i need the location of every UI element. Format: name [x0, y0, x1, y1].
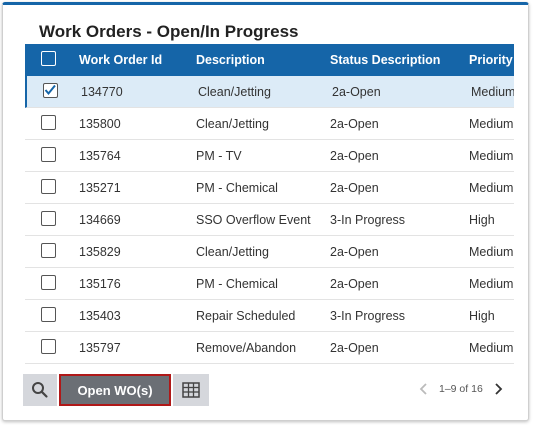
work-order-id-cell: 135829 [79, 245, 121, 259]
table-row[interactable]: 135176 PM - Chemical 2a-Open Medium [25, 268, 514, 300]
priority-cell: Medium [469, 117, 514, 131]
table-row[interactable]: 135403 Repair Scheduled 3-In Progress High [25, 300, 514, 332]
select-all-checkbox[interactable] [41, 51, 56, 66]
pagination: 1–9 of 16 [419, 374, 511, 406]
description-cell: Clean/Jetting [196, 117, 269, 131]
work-orders-panel: Work Orders - Open/In Progress Work Orde… [2, 2, 529, 421]
checkmark-icon [44, 84, 56, 96]
description-cell: Remove/Abandon [196, 341, 297, 355]
priority-cell: Medium [469, 245, 514, 259]
description-cell: PM - Chemical [196, 277, 278, 291]
status-cell: 3-In Progress [330, 309, 406, 323]
column-header-status-description[interactable]: Status Description [330, 44, 440, 76]
work-order-id-cell: 134770 [81, 85, 123, 99]
row-checkbox[interactable] [41, 307, 56, 322]
open-wo-button[interactable]: Open WO(s) [59, 374, 171, 406]
row-checkbox[interactable] [41, 275, 56, 290]
work-order-id-cell: 134669 [79, 213, 121, 227]
priority-cell: Medium [469, 149, 514, 163]
priority-cell: High [469, 309, 495, 323]
description-cell: PM - TV [196, 149, 242, 163]
column-header-description[interactable]: Description [196, 44, 265, 76]
work-order-id-cell: 135403 [79, 309, 121, 323]
table-row[interactable]: 135829 Clean/Jetting 2a-Open Medium [25, 236, 514, 268]
status-cell: 3-In Progress [330, 213, 406, 227]
row-checkbox[interactable] [41, 147, 56, 162]
table-row[interactable]: 134669 SSO Overflow Event 3-In Progress Hig… [25, 204, 514, 236]
description-cell: Repair Scheduled [196, 309, 296, 323]
description-cell: Clean/Jetting [196, 245, 269, 259]
bottom-toolbar: Open WO(s) 1–9 of 16 [23, 374, 513, 408]
work-order-id-cell: 135764 [79, 149, 121, 163]
status-cell: 2a-Open [330, 117, 379, 131]
priority-cell: Medium [471, 85, 514, 99]
table-row[interactable]: 135764 PM - TV 2a-Open Medium [25, 140, 514, 172]
table-view-button[interactable] [173, 374, 209, 406]
pagination-info: 1–9 of 16 [439, 383, 483, 395]
status-cell: 2a-Open [330, 149, 379, 163]
priority-cell: High [469, 213, 495, 227]
status-cell: 2a-Open [332, 85, 381, 99]
row-checkbox[interactable] [43, 83, 58, 98]
table-row[interactable]: 134770 Clean/Jetting 2a-Open Medium [25, 76, 514, 108]
row-checkbox[interactable] [41, 211, 56, 226]
search-icon [32, 382, 48, 398]
work-order-id-cell: 135797 [79, 341, 121, 355]
table-row[interactable]: 135271 PM - Chemical 2a-Open Medium [25, 172, 514, 204]
priority-cell: Medium [469, 277, 514, 291]
description-cell: PM - Chemical [196, 181, 278, 195]
column-header-priority[interactable]: Priority [469, 44, 513, 76]
description-cell: Clean/Jetting [198, 85, 271, 99]
chevron-right-icon [495, 383, 503, 395]
work-order-id-cell: 135800 [79, 117, 121, 131]
table-icon [182, 382, 200, 398]
chevron-left-icon [419, 383, 427, 395]
status-cell: 2a-Open [330, 181, 379, 195]
table-row[interactable]: 135800 Clean/Jetting 2a-Open Medium [25, 108, 514, 140]
search-button[interactable] [23, 374, 57, 406]
row-checkbox[interactable] [41, 179, 56, 194]
priority-cell: Medium [469, 181, 514, 195]
table-header: Work Order Id Description Status Descrip… [25, 44, 514, 76]
row-checkbox[interactable] [41, 115, 56, 130]
work-order-id-cell: 135176 [79, 277, 121, 291]
table-row[interactable]: 135797 Remove/Abandon 2a-Open Medium [25, 332, 514, 364]
status-cell: 2a-Open [330, 277, 379, 291]
column-header-work-order-id[interactable]: Work Order Id [79, 44, 162, 76]
description-cell: SSO Overflow Event [196, 213, 311, 227]
priority-cell: Medium [469, 341, 514, 355]
status-cell: 2a-Open [330, 341, 379, 355]
work-orders-table: Work Order Id Description Status Descrip… [25, 44, 514, 365]
row-checkbox[interactable] [41, 243, 56, 258]
previous-page-button[interactable] [419, 382, 429, 399]
next-page-button[interactable] [493, 382, 503, 399]
status-cell: 2a-Open [330, 245, 379, 259]
panel-title: Work Orders - Open/In Progress [39, 22, 299, 41]
row-checkbox[interactable] [41, 339, 56, 354]
work-order-id-cell: 135271 [79, 181, 121, 195]
